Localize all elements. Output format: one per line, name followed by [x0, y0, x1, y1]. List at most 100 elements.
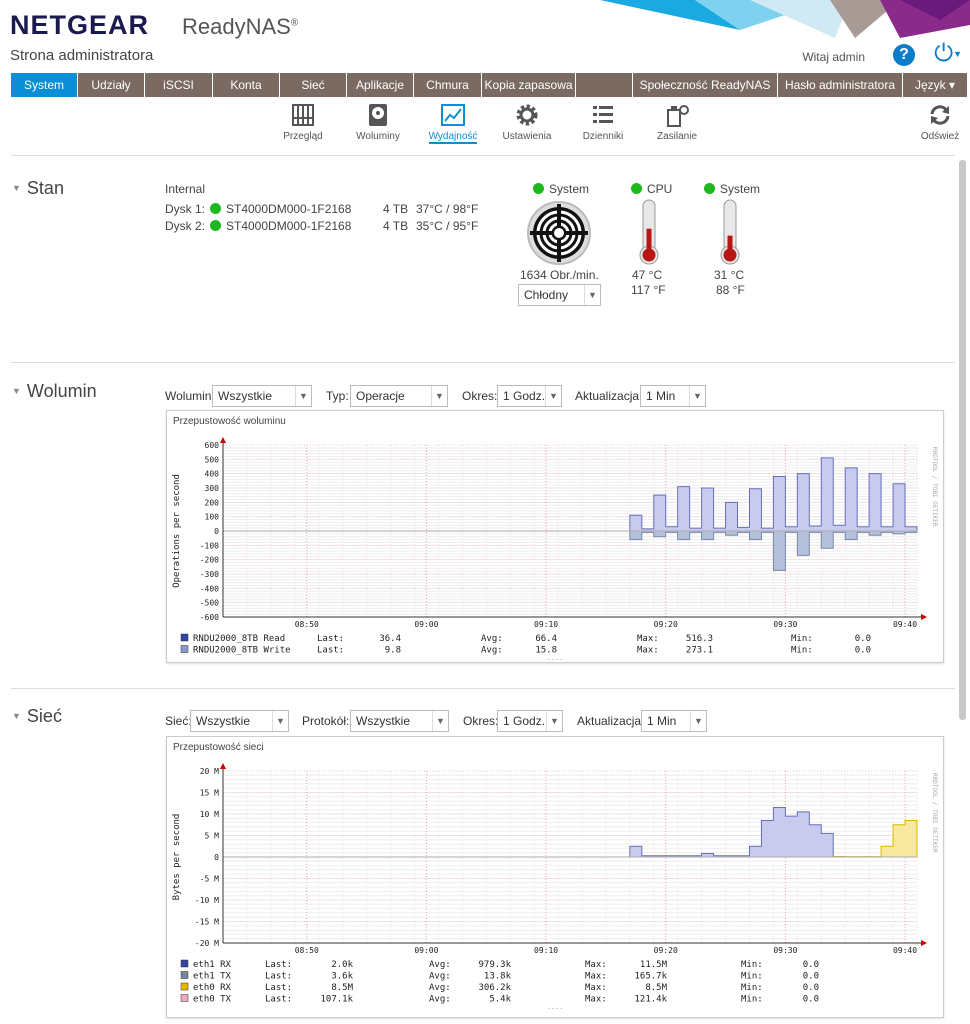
chevron-down-icon: ▼ — [431, 386, 447, 406]
y-tick-label: 20 M — [200, 767, 219, 776]
period-select[interactable]: 1 Godz. ▼ — [497, 385, 562, 407]
nav-community[interactable]: Społeczność ReadyNAS — [633, 73, 778, 97]
tool-performance[interactable]: Wydajność — [418, 102, 488, 144]
legend-max-value: 121.4k — [634, 995, 667, 1005]
main-nav: System Udziały iSCSI Konta Sieć Aplikacj… — [11, 73, 967, 97]
net-period-filter-label: Okres: — [463, 714, 499, 728]
y-tick-label: -600 — [200, 613, 219, 622]
legend-max-label: Max: — [637, 634, 659, 644]
legend-min-value: 0.0 — [803, 960, 819, 970]
net-filter-label: Sieć: — [165, 714, 192, 728]
tool-refresh[interactable]: Odśwież — [905, 102, 970, 142]
disk-2-label: Dysk 2: — [165, 219, 206, 233]
nav-admin-password[interactable]: Hasło administratora — [778, 73, 903, 97]
chevron-down-icon: ▼ — [546, 711, 562, 731]
legend-last-label: Last: — [265, 983, 292, 993]
sub-toolbar: Przegląd Woluminy Wydajność Ustawienia D… — [0, 102, 970, 154]
tool-power[interactable]: Zasilanie — [642, 102, 712, 142]
legend-max-value: 8.5M — [645, 983, 667, 993]
disk-1-label: Dysk 1: — [165, 202, 206, 216]
section-title-network-label: Sieć — [26, 706, 62, 726]
net-update-select[interactable]: 1 Min ▼ — [641, 710, 707, 732]
legend-swatch — [180, 971, 189, 979]
fan-label-text: System — [549, 182, 590, 196]
legend-max-value: 273.1 — [686, 646, 713, 656]
y-tick-label: -15 M — [195, 918, 219, 927]
legend-series-name: eth0 RX — [193, 983, 232, 993]
nav-iscsi[interactable]: iSCSI — [145, 73, 213, 97]
status-ok-icon — [210, 220, 221, 231]
legend-min-value: 0.0 — [803, 995, 819, 1005]
nav-language[interactable]: Język ▾ — [903, 73, 967, 97]
section-title-volume[interactable]: Wolumin — [12, 381, 97, 402]
power-chevron-down-icon[interactable]: ▼ — [953, 49, 962, 59]
legend-max-label: Max: — [585, 972, 607, 982]
legend-max-label: Max: — [637, 646, 659, 656]
nav-backup[interactable]: Kopia zapasowa — [482, 73, 576, 97]
page-scrollbar[interactable] — [959, 160, 966, 720]
section-title-status-label: Stan — [26, 178, 64, 198]
period-filter-label: Okres: — [462, 389, 498, 403]
legend-swatch — [180, 633, 189, 642]
nav-shares[interactable]: Udziały — [78, 73, 145, 97]
y-axis-arrow — [220, 763, 226, 769]
help-icon[interactable]: ? — [893, 44, 915, 66]
product-name: ReadyNAS® — [182, 14, 298, 40]
legend-min-value: 0.0 — [855, 646, 871, 656]
system-temp-label: System — [704, 182, 760, 196]
type-select[interactable]: Operacje ▼ — [350, 385, 448, 407]
nav-network[interactable]: Sieć — [280, 73, 347, 97]
tool-overview[interactable]: Przegląd — [268, 102, 338, 142]
nav-apps[interactable]: Aplikacje — [347, 73, 414, 97]
power-settings-icon — [667, 105, 689, 127]
legend-max-value: 11.5M — [640, 960, 668, 970]
legend-series-name: RNDU2000_8TB Write — [193, 646, 291, 656]
disk-2-temp: 35°C / 95°F — [416, 219, 479, 233]
watermark: RRDTOOL / TOBI OETIKER — [931, 773, 938, 853]
update-select[interactable]: 1 Min ▼ — [640, 385, 706, 407]
watermark: RRDTOOL / TOBI OETIKER — [931, 447, 938, 527]
type-select-value: Operacje — [356, 389, 405, 403]
registered-mark: ® — [290, 17, 299, 29]
fan-mode-select[interactable]: Chłodny ▼ — [518, 284, 601, 306]
legend-avg-label: Avg: — [481, 646, 503, 656]
nav-system[interactable]: System — [11, 73, 78, 97]
section-title-network[interactable]: Sieć — [12, 706, 62, 727]
x-tick-label: 09:10 — [534, 620, 558, 629]
volume-throughput-chart: 600 500 400 300 200 100 0 -100 -200 -300 -400 -500 -… — [172, 437, 938, 662]
net-update-select-value: 1 Min — [647, 714, 677, 728]
net-period-select-value: 1 Godz. — [503, 714, 546, 728]
y-axis-title: Bytes per second — [172, 814, 182, 901]
y-tick-label: 0 — [214, 853, 219, 862]
cpu-temp-f: 117 °F — [631, 283, 666, 297]
status-ok-icon — [533, 183, 544, 194]
tool-logs[interactable]: Dzienniki — [568, 102, 638, 142]
legend-min-label: Min: — [741, 960, 763, 970]
legend-max-value: 516.3 — [686, 634, 713, 644]
y-tick-label: 10 M — [200, 810, 219, 819]
x-tick-label: 08:50 — [295, 620, 319, 629]
protocol-select[interactable]: Wszystkie ▼ — [350, 710, 449, 732]
legend-last-value: 9.8 — [385, 646, 401, 656]
volume-select[interactable]: Wszystkie ▼ — [212, 385, 312, 407]
tool-settings[interactable]: Ustawienia — [492, 102, 562, 142]
legend-series-name: RNDU2000_8TB Read — [193, 634, 285, 644]
period-select-value: 1 Godz. — [503, 389, 546, 403]
section-title-status[interactable]: Stan — [12, 178, 64, 199]
power-icon[interactable]: ⏻▼ — [934, 42, 962, 66]
nav-cloud[interactable]: Chmura — [414, 73, 482, 97]
y-tick-label: -200 — [200, 556, 219, 565]
legend-swatch — [180, 994, 189, 1002]
cpu-label: CPU — [631, 182, 672, 196]
tool-performance-label: Wydajność — [428, 131, 478, 144]
nav-accounts[interactable]: Konta — [213, 73, 280, 97]
nav-blank[interactable] — [576, 73, 633, 97]
brand-logo[interactable]: NETGEAR — [10, 10, 149, 41]
y-tick-label: 600 — [205, 441, 220, 450]
volume-chart-panel: Przepustowość woluminu 600 500 400 300 200 10… — [166, 410, 944, 663]
net-select[interactable]: Wszystkie ▼ — [190, 710, 289, 732]
net-period-select[interactable]: 1 Godz. ▼ — [497, 710, 563, 732]
tool-volumes[interactable]: Woluminy — [343, 102, 413, 142]
legend-last-value: 107.1k — [320, 995, 353, 1005]
tool-power-label: Zasilanie — [656, 131, 698, 142]
